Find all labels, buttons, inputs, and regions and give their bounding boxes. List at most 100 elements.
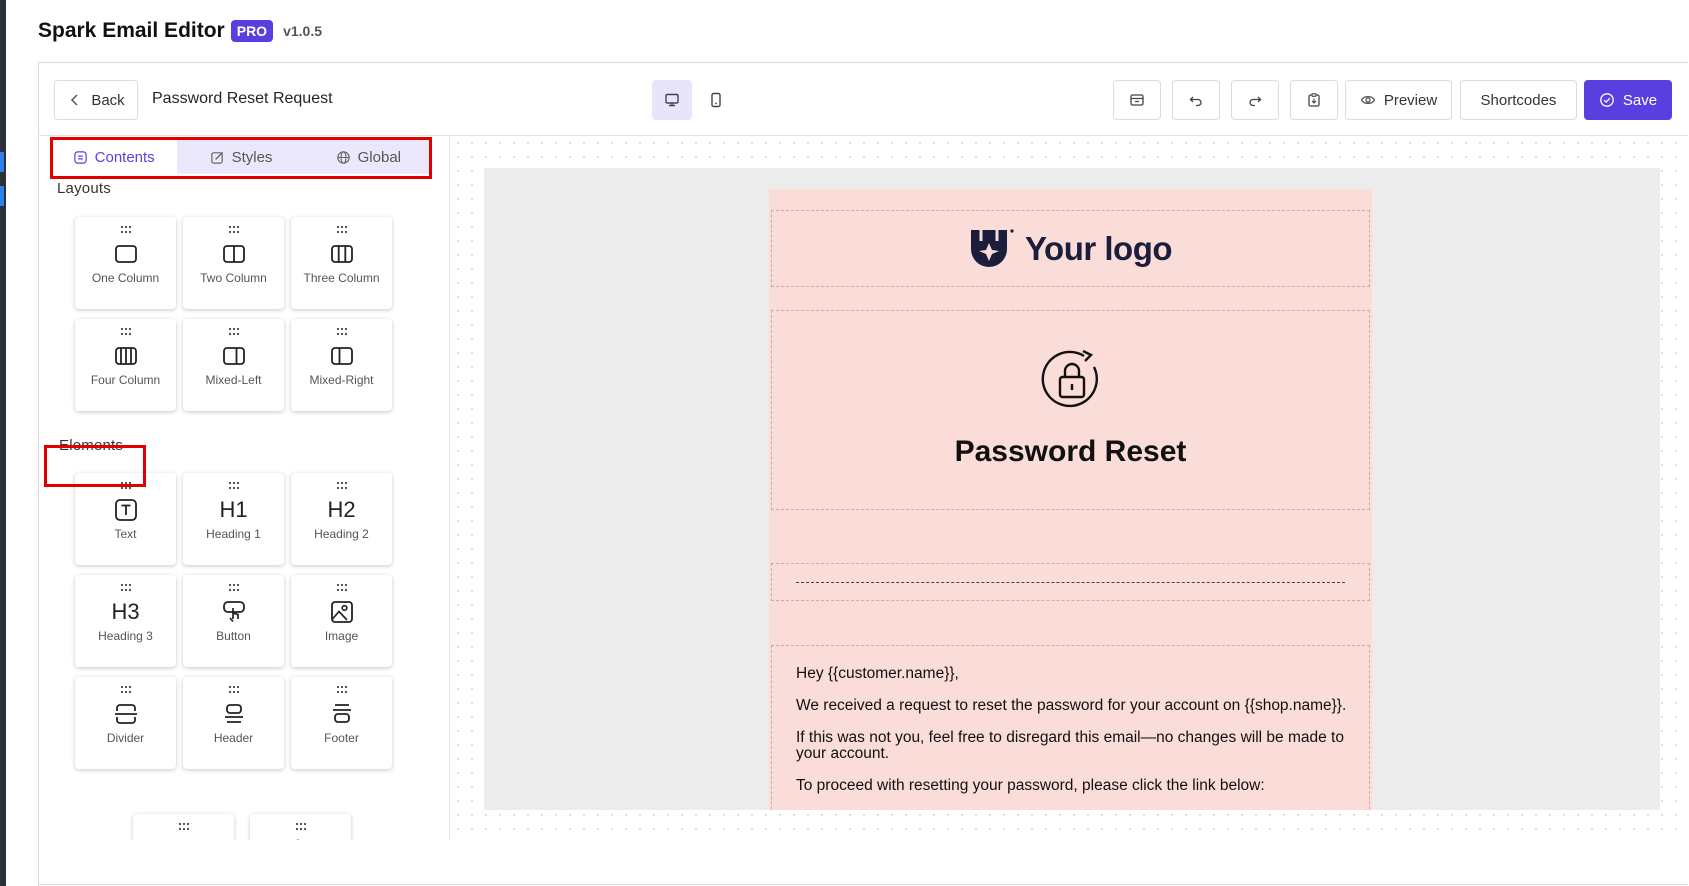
element-label: Image	[324, 629, 359, 643]
email-title: Password Reset	[954, 435, 1187, 468]
document-name: Password Reset Request	[152, 90, 333, 107]
eye-icon	[1360, 95, 1376, 105]
element-label: Divider	[106, 731, 145, 745]
undo-button[interactable]	[1172, 80, 1220, 120]
header-icon	[224, 704, 243, 723]
element-extra[interactable]	[133, 814, 234, 840]
drag-handle-icon	[228, 583, 239, 592]
lock-reset-icon	[1041, 349, 1098, 408]
drag-handle-icon	[336, 481, 347, 490]
layout-label: Two Column	[200, 271, 267, 285]
layout-label: Three Column	[303, 271, 380, 285]
element-image[interactable]: Image	[291, 575, 392, 667]
divider-icon	[114, 704, 137, 724]
drag-handle-icon	[120, 583, 131, 592]
social-icon	[295, 839, 300, 840]
drag-handle-icon	[228, 327, 239, 336]
layout-two-column[interactable]: Two Column	[183, 217, 284, 309]
layout-mixed-right[interactable]: Mixed-Right	[291, 319, 392, 411]
drag-handle-icon	[295, 822, 306, 831]
drag-handle-icon	[336, 327, 347, 336]
layout-four-column[interactable]: Four Column	[75, 319, 176, 411]
element-heading-1[interactable]: H1 Heading 1	[183, 473, 284, 565]
tab-styles[interactable]: Styles	[177, 140, 304, 174]
divider-line	[796, 582, 1345, 583]
sidebar-tabs: Contents Styles Global	[50, 140, 432, 174]
logo-text: Your logo	[1024, 229, 1173, 267]
chevron-left-icon	[71, 94, 78, 106]
pro-badge: PRO	[230, 20, 274, 42]
layout-three-column[interactable]: Three Column	[291, 217, 392, 309]
mixed-left-icon	[222, 347, 245, 365]
mixed-right-icon	[330, 347, 353, 365]
mobile-view-button[interactable]	[696, 80, 736, 120]
tab-styles-label: Styles	[231, 148, 273, 166]
four-column-icon	[114, 347, 137, 365]
three-column-icon	[330, 245, 353, 263]
shortcodes-button[interactable]: Shortcodes	[1460, 80, 1577, 120]
clipboard-icon	[1308, 93, 1320, 107]
window-edge	[0, 0, 6, 886]
redo-button[interactable]	[1231, 80, 1279, 120]
editor-frame-border	[38, 884, 1688, 885]
layout-one-column[interactable]: One Column	[75, 217, 176, 309]
app-title: Spark Email Editor	[38, 19, 225, 42]
email-body: Hey {{customer.name}}, We received a req…	[796, 666, 1351, 810]
heading-1-icon: H1	[219, 497, 248, 522]
save-button-label: Save	[1622, 91, 1658, 109]
editor-toolbar: Back Password Reset Request Preview Shor…	[38, 62, 1688, 136]
check-circle-icon	[1600, 93, 1614, 107]
element-extra[interactable]	[250, 814, 351, 840]
footer-icon	[332, 704, 351, 723]
element-heading-3[interactable]: H3 Heading 3	[75, 575, 176, 667]
element-label: Heading 1	[206, 527, 261, 541]
template-button[interactable]	[1113, 80, 1161, 120]
element-button[interactable]: Button	[183, 575, 284, 667]
save-button[interactable]: Save	[1584, 80, 1672, 120]
element-header[interactable]: Header	[183, 677, 284, 769]
element-text[interactable]: Text	[75, 473, 176, 565]
desktop-icon	[665, 93, 679, 107]
email-greeting: Hey {{customer.name}},	[796, 665, 959, 682]
logo-block[interactable]: Your logo	[771, 210, 1370, 287]
email-paragraph: To proceed with resetting your password,…	[796, 777, 1265, 794]
text-icon	[114, 499, 137, 521]
edge-marker	[0, 186, 4, 206]
layout-label: Mixed-Right	[309, 373, 374, 387]
elements-title: Elements	[59, 437, 124, 454]
heading-2-icon: H2	[327, 497, 356, 522]
element-divider[interactable]: Divider	[75, 677, 176, 769]
element-label: Button	[216, 629, 251, 643]
email-paragraph: We received a request to reset the passw…	[796, 697, 1347, 714]
element-footer[interactable]: Footer	[291, 677, 392, 769]
text-block[interactable]: Hey {{customer.name}}, We received a req…	[771, 645, 1370, 810]
logo-icon	[970, 228, 1014, 267]
layouts-title: Layouts	[57, 180, 111, 197]
tab-contents[interactable]: Contents	[50, 140, 178, 174]
layout-label: One Column	[91, 271, 160, 285]
element-heading-2[interactable]: H2 Heading 2	[291, 473, 392, 565]
drag-handle-icon	[336, 685, 347, 694]
contents-icon	[73, 150, 87, 164]
hero-block[interactable]: Password Reset	[771, 310, 1370, 510]
drag-handle-icon	[228, 685, 239, 694]
drag-handle-icon	[120, 225, 131, 234]
version-label: v1.0.5	[283, 23, 323, 39]
element-label: Text	[114, 527, 137, 541]
desktop-view-button[interactable]	[652, 80, 692, 120]
back-button[interactable]: Back	[54, 80, 138, 120]
element-label: Heading 3	[98, 629, 153, 643]
element-label: Footer	[324, 731, 359, 745]
divider-block[interactable]	[771, 563, 1370, 601]
layout-mixed-left[interactable]: Mixed-Left	[183, 319, 284, 411]
sidebar: Contents Styles Global Layouts One Colum…	[38, 136, 450, 840]
one-column-icon	[114, 245, 137, 263]
email-preview[interactable]: Your logo Password Reset Hey {{customer.…	[769, 189, 1372, 810]
preview-button[interactable]: Preview	[1345, 80, 1452, 120]
email-paragraph: If this was not you, feel free to disreg…	[796, 729, 1344, 762]
drag-handle-icon	[178, 822, 189, 831]
drag-handle-icon	[120, 481, 131, 490]
shortcodes-button-label: Shortcodes	[1480, 91, 1557, 109]
save-template-button[interactable]	[1290, 80, 1338, 120]
tab-global[interactable]: Global	[305, 140, 432, 174]
